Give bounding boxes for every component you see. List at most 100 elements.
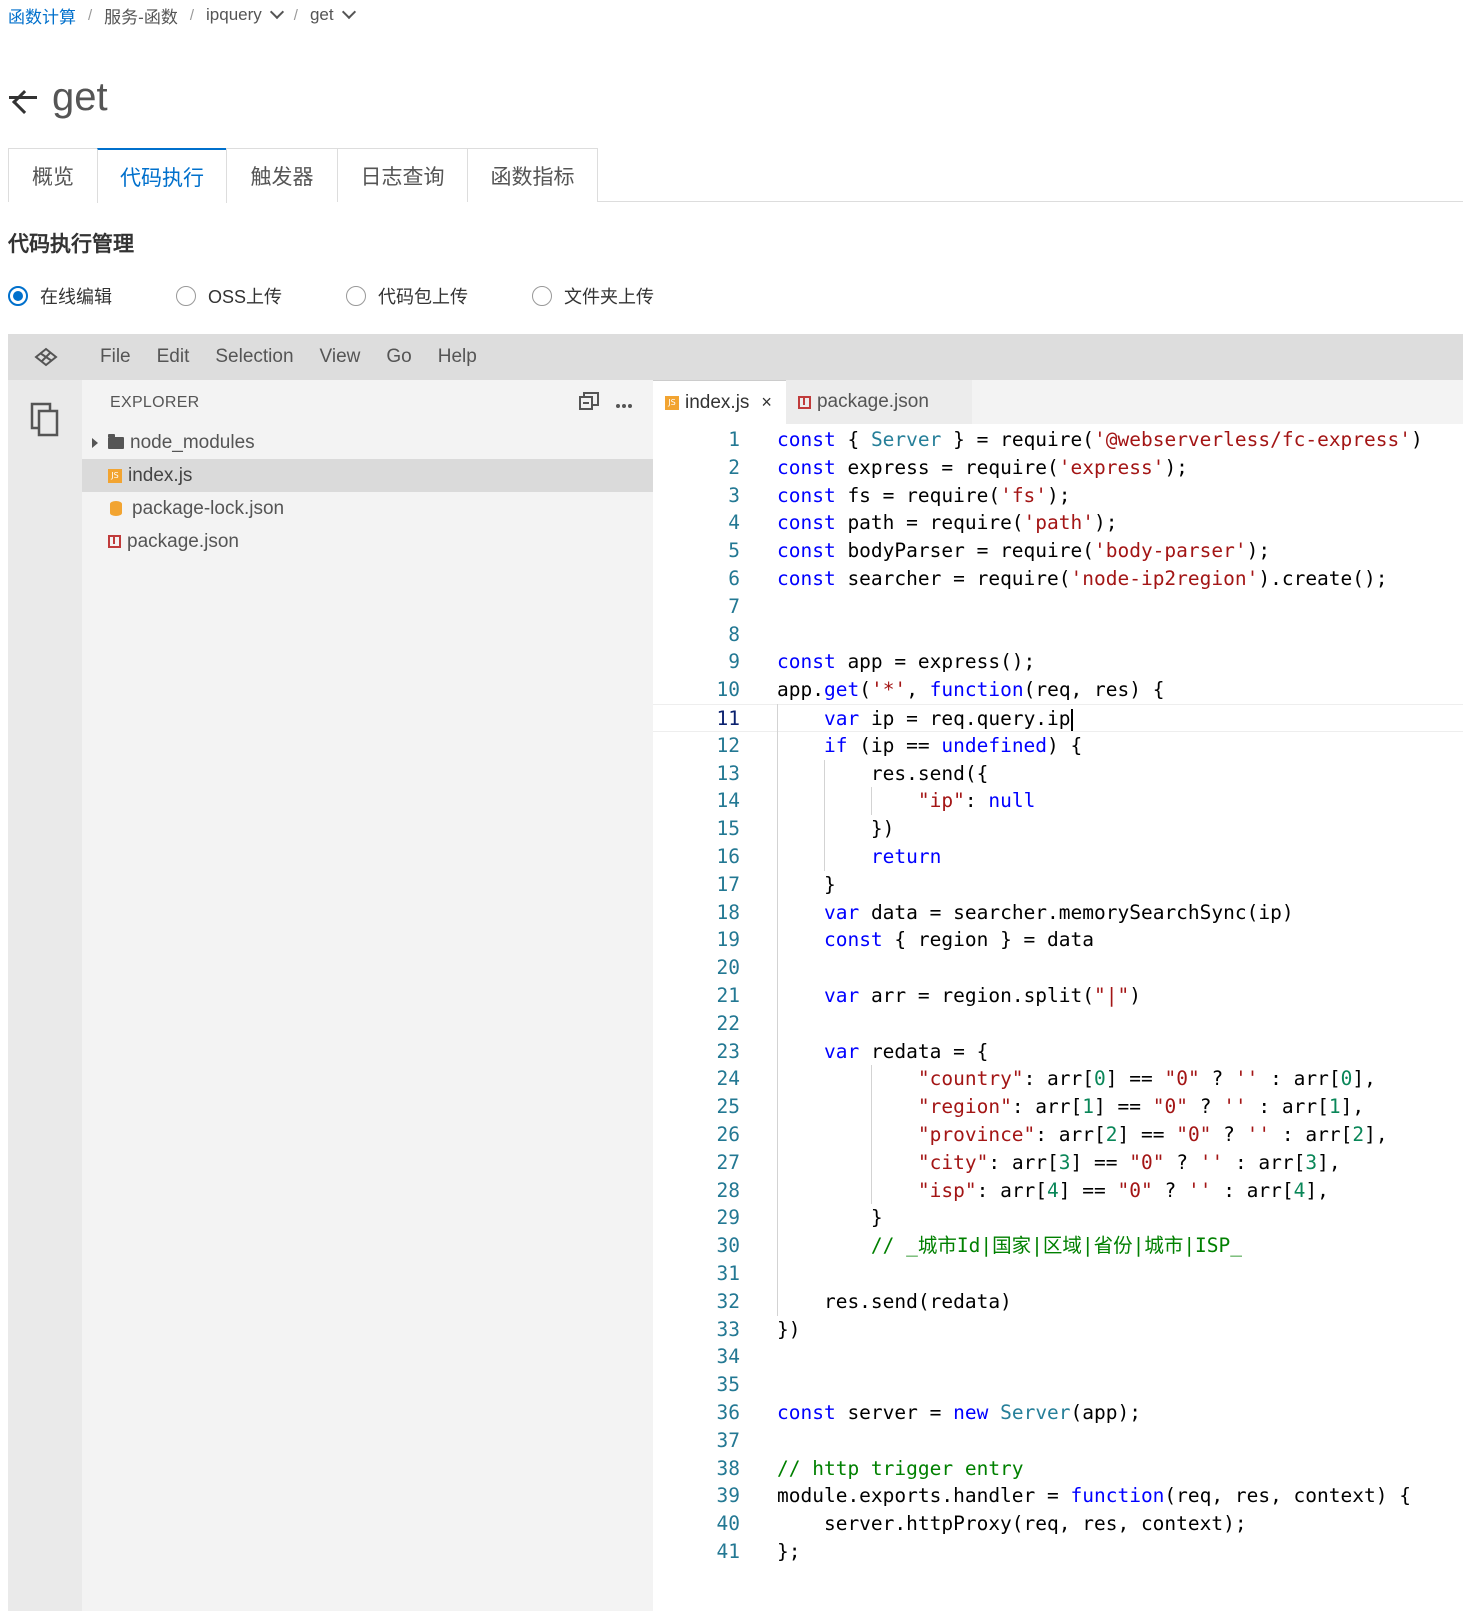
code-line[interactable]: 17 } (653, 871, 1463, 899)
js-file-icon: JS (108, 468, 122, 483)
code-line[interactable]: 28 "isp": arr[4] == "0" ? '' : arr[4], (653, 1177, 1463, 1205)
line-number: 36 (716, 1401, 740, 1424)
editor-tab-label: index.js (685, 391, 750, 413)
code-line[interactable]: 6 const searcher = require('node-ip2regio… (653, 565, 1463, 593)
code-line[interactable]: 9 const app = express(); (653, 648, 1463, 676)
code-line[interactable]: 35 (653, 1371, 1463, 1399)
radio-label: 在线编辑 (40, 287, 112, 307)
back-arrow-icon[interactable] (6, 82, 40, 112)
radio-label: 文件夹上传 (564, 287, 655, 307)
line-number: 1 (728, 428, 740, 451)
breadcrumb-item-service[interactable]: ipquery (206, 4, 284, 25)
radio-oss-upload[interactable]: OSS上传 (176, 283, 282, 309)
radio-unchecked-icon[interactable] (176, 286, 196, 306)
tab-triggers[interactable]: 触发器 (226, 148, 338, 202)
tab-function-metrics[interactable]: 函数指标 (467, 148, 598, 202)
online-ide: File Edit Selection View Go Help EXPLORE… (8, 334, 1463, 1611)
line-number: 30 (716, 1234, 740, 1258)
chevron-down-icon[interactable] (341, 4, 356, 20)
code-line[interactable]: 10 app.get('*', function(req, res) { (653, 676, 1463, 704)
code-line[interactable]: 11 var ip = req.query.ip (653, 704, 1463, 732)
menu-selection[interactable]: Selection (215, 346, 293, 368)
tab-log-query[interactable]: 日志查询 (337, 148, 468, 202)
explorer-files-icon[interactable] (30, 402, 60, 438)
code-line[interactable]: 15 }) (653, 815, 1463, 843)
code-line[interactable]: 32 res.send(redata) (653, 1288, 1463, 1316)
code-line[interactable]: 39 module.exports.handler = function(req,… (653, 1482, 1463, 1510)
line-number: 4 (728, 511, 740, 535)
code-line[interactable]: 7 (653, 593, 1463, 621)
breadcrumb-item-function-compute[interactable]: 函数计算 (8, 3, 76, 28)
code-line[interactable]: 13 res.send({ (653, 760, 1463, 788)
code-line[interactable]: 33}) (653, 1316, 1463, 1344)
code-line[interactable]: 31 (653, 1260, 1463, 1288)
code-line[interactable]: 20 (653, 954, 1463, 982)
editor-tab-package-json[interactable]: package.json (785, 380, 972, 424)
code-line[interactable]: 34 (653, 1343, 1463, 1371)
code-line[interactable]: 37 (653, 1427, 1463, 1455)
code-line[interactable]: 29 } (653, 1204, 1463, 1232)
code-line[interactable]: 36 const server = new Server(app); (653, 1399, 1463, 1427)
code-text: app.get('*', function(req, res) { (777, 678, 1165, 702)
tab-code-execution[interactable]: 代码执行 (97, 148, 227, 203)
code-line[interactable]: 27 "city": arr[3] == "0" ? '' : arr[3], (653, 1149, 1463, 1177)
js-file-icon: JS (665, 395, 679, 410)
code-line[interactable]: 16 return (653, 843, 1463, 871)
menu-view[interactable]: View (320, 346, 361, 368)
radio-unchecked-icon[interactable] (532, 286, 553, 306)
code-line[interactable]: 5 const bodyParser = require('body-parser… (653, 537, 1463, 565)
code-line[interactable]: 2 const express = require('express'); (653, 454, 1463, 482)
code-line[interactable]: 38 // http trigger entry (653, 1455, 1463, 1483)
code-line[interactable]: 8 (653, 621, 1463, 649)
radio-checked-icon[interactable] (8, 286, 28, 306)
code-line[interactable]: 30 // _城市Id|国家|区域|省份|城市|ISP_ (653, 1232, 1463, 1260)
code-line[interactable]: 4 const path = require('path'); (653, 509, 1463, 537)
code-line[interactable]: 19 const { region } = data (653, 926, 1463, 954)
tab-overview[interactable]: 概览 (8, 148, 98, 202)
line-number: 16 (716, 845, 740, 868)
line-number: 12 (716, 733, 740, 757)
close-icon[interactable]: × (761, 392, 772, 413)
radio-unchecked-icon[interactable] (346, 286, 367, 306)
menu-help[interactable]: Help (438, 346, 477, 368)
breadcrumb-item-service-function[interactable]: 服务-函数 (104, 3, 178, 28)
code-line[interactable]: 23 var redata = { (653, 1038, 1463, 1066)
radio-folder-upload[interactable]: 文件夹上传 (532, 283, 654, 309)
code-line[interactable]: 3 const fs = require('fs'); (653, 482, 1463, 510)
more-actions-icon[interactable] (615, 394, 633, 412)
chevron-right-icon[interactable] (92, 437, 98, 448)
text-cursor (1070, 708, 1073, 731)
line-number: 19 (716, 928, 740, 952)
code-line[interactable]: 22 (653, 1010, 1463, 1038)
line-number: 32 (716, 1289, 740, 1313)
tree-item-folder[interactable]: node_modules (82, 426, 653, 459)
radio-online-edit[interactable]: 在线编辑 (8, 283, 112, 309)
line-number: 27 (716, 1150, 740, 1174)
code-area[interactable]: 1 const { Server } = require('@webserverl… (653, 424, 1463, 1611)
code-line[interactable]: 21 var arr = region.split("|") (653, 982, 1463, 1010)
menu-file[interactable]: File (100, 346, 131, 368)
menu-edit[interactable]: Edit (157, 346, 190, 368)
tree-item-file[interactable]: package-lock.json (82, 492, 653, 525)
tree-item-file[interactable]: package.json (82, 525, 653, 558)
line-number: 39 (716, 1484, 740, 1508)
code-line[interactable]: 41}; (653, 1538, 1463, 1566)
editor-tab-index-js[interactable]: JS index.js × (653, 380, 786, 424)
code-line[interactable]: 25 "region": arr[1] == "0" ? '' : arr[1]… (653, 1093, 1463, 1121)
code-line[interactable]: 14 "ip": null (653, 787, 1463, 815)
tree-item-file[interactable]: JS index.js (82, 459, 653, 492)
code-line[interactable]: 24 "country": arr[0] == "0" ? '' : arr[0… (653, 1065, 1463, 1093)
chevron-down-icon[interactable] (269, 4, 284, 20)
collapse-all-icon[interactable] (579, 392, 599, 413)
code-line[interactable]: 26 "province": arr[2] == "0" ? '' : arr[… (653, 1121, 1463, 1149)
page-title: get (52, 74, 108, 119)
code-line[interactable]: 18 var data = searcher.memorySearchSync(… (653, 899, 1463, 927)
radio-package-upload[interactable]: 代码包上传 (346, 283, 468, 309)
menu-go[interactable]: Go (386, 346, 411, 368)
code-line[interactable]: 40 server.httpProxy(req, res, context); (653, 1510, 1463, 1538)
code-line[interactable]: 1 const { Server } = require('@webserverl… (653, 426, 1463, 454)
line-number: 22 (716, 1011, 740, 1035)
code-editor: JS index.js × package.json 1 const { Serv… (653, 380, 1463, 1611)
breadcrumb-item-function[interactable]: get (310, 4, 356, 25)
code-line[interactable]: 12 if (ip == undefined) { (653, 732, 1463, 760)
